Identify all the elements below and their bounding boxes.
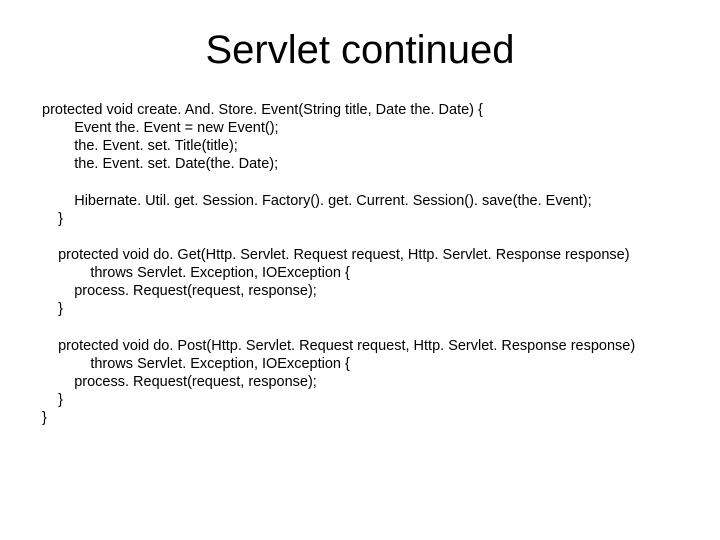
code-line: protected void do. Post(Http. Servlet. R…	[42, 338, 635, 354]
code-line: Hibernate. Util. get. Session. Factory()…	[42, 193, 592, 209]
code-line: throws Servlet. Exception, IOException {	[42, 265, 350, 281]
code-line: the. Event. set. Date(the. Date);	[42, 156, 278, 172]
code-line: the. Event. set. Title(title);	[42, 138, 238, 154]
slide-title: Servlet continued	[0, 0, 720, 101]
code-line: }	[42, 211, 63, 227]
code-line: }	[42, 301, 63, 317]
code-line: }	[42, 410, 47, 426]
code-line: Event the. Event = new Event();	[42, 120, 279, 136]
code-line: process. Request(request, response);	[42, 374, 317, 390]
code-line: protected void create. And. Store. Event…	[42, 102, 483, 118]
code-line: }	[42, 392, 63, 408]
code-line: throws Servlet. Exception, IOException {	[42, 356, 350, 372]
code-line: process. Request(request, response);	[42, 283, 317, 299]
slide: Servlet continued protected void create.…	[0, 0, 720, 540]
code-line: protected void do. Get(Http. Servlet. Re…	[42, 247, 630, 263]
code-block: protected void create. And. Store. Event…	[0, 101, 720, 427]
